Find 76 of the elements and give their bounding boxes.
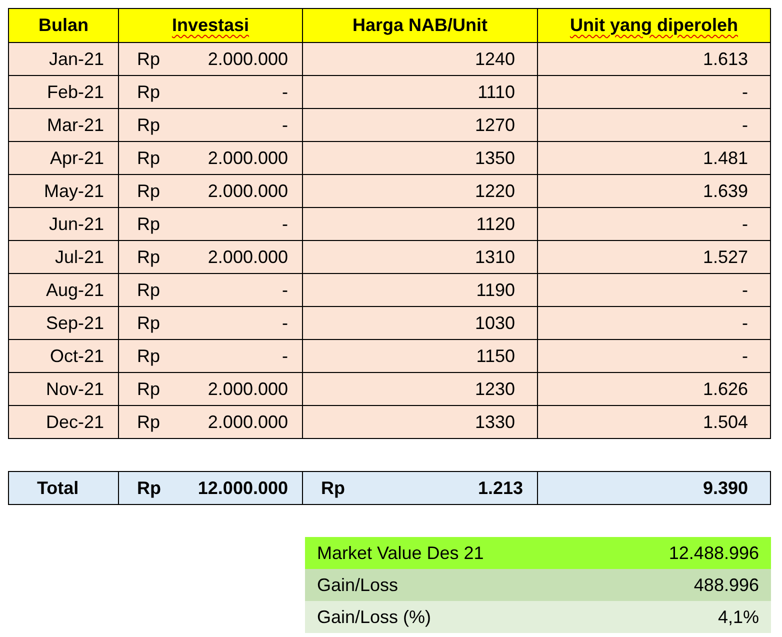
column-header: Bulan [8, 8, 118, 42]
amount-value: 2.000.000 [208, 412, 288, 432]
table-cell: 1150 [302, 340, 538, 372]
currency-label: Rp [321, 478, 345, 498]
table-cell: 1.527 [538, 240, 770, 274]
table-cell: Jul-21 [8, 240, 118, 274]
total-amount: 12.000.000 [198, 478, 288, 498]
summary-label: Gain/Loss (%) [317, 606, 432, 628]
table-cell: 1.613 [538, 42, 770, 76]
table-cell: 1190 [302, 274, 538, 306]
table-cell: 1270 [302, 108, 538, 142]
amount-value: - [282, 312, 288, 334]
table-cell: 1220 [302, 174, 538, 208]
currency-label: Rp [137, 82, 160, 102]
table-cell: Aug-21 [8, 274, 118, 306]
summary-value: 488.996 [694, 574, 759, 596]
amount-value: 2.000.000 [208, 148, 288, 168]
table-cell: 1.639 [538, 174, 770, 208]
table-cell: 1120 [302, 208, 538, 240]
amount-value: 2.000.000 [208, 246, 288, 268]
total-label: Total [8, 472, 118, 504]
table-cell: 1.504 [538, 406, 770, 438]
amount-value: 2.000.000 [208, 180, 288, 202]
summary-label: Gain/Loss [317, 574, 398, 596]
summary-label: Market Value Des 21 [317, 542, 484, 564]
table-cell: Dec-21 [8, 406, 118, 438]
table-cell: Jan-21 [8, 42, 118, 76]
table-cell: 1350 [302, 142, 538, 174]
currency-label: Rp [137, 312, 160, 334]
table-cell: 1.481 [538, 142, 770, 174]
amount-value: - [282, 280, 288, 300]
amount-value: - [282, 214, 288, 234]
currency-label: Rp [137, 48, 160, 70]
currency-label: Rp [137, 180, 160, 202]
summary-value: 12.488.996 [668, 542, 759, 564]
currency-label: Rp [137, 214, 160, 234]
amount-value: - [282, 346, 288, 366]
table-cell: - [538, 306, 770, 340]
column-header: Investasi [118, 8, 302, 42]
table-cell: 1.626 [538, 372, 770, 406]
table-cell: 1310 [302, 240, 538, 274]
table-cell: - [538, 108, 770, 142]
table-cell: Jun-21 [8, 208, 118, 240]
table-cell: - [538, 340, 770, 372]
currency-label: Rp [137, 346, 160, 366]
currency-label: Rp [137, 412, 160, 432]
table-cell: 1330 [302, 406, 538, 438]
table-cell: Nov-21 [8, 372, 118, 406]
amount-value: - [282, 82, 288, 102]
average-price: 1.213 [478, 478, 523, 498]
column-header: Harga NAB/Unit [302, 8, 538, 42]
currency-label: Rp [137, 280, 160, 300]
table-cell: 1110 [302, 76, 538, 108]
currency-label: Rp [137, 378, 160, 400]
amount-value: 2.000.000 [208, 378, 288, 400]
summary-value: 4,1% [718, 606, 759, 628]
table-cell: - [538, 208, 770, 240]
column-header: Unit yang diperoleh [538, 8, 770, 42]
currency-label: Rp [137, 478, 161, 498]
table-cell: Mar-21 [8, 108, 118, 142]
currency-label: Rp [137, 246, 160, 268]
currency-label: Rp [137, 148, 160, 168]
table-cell: 1030 [302, 306, 538, 340]
table-cell: Apr-21 [8, 142, 118, 174]
currency-label: Rp [137, 114, 160, 136]
amount-value: 2.000.000 [208, 48, 288, 70]
table-cell: May-21 [8, 174, 118, 208]
table-cell: 1240 [302, 42, 538, 76]
table-cell: Sep-21 [8, 306, 118, 340]
table-cell: 1230 [302, 372, 538, 406]
total-units: 9.390 [538, 472, 770, 504]
table-cell: - [538, 76, 770, 108]
amount-value: - [282, 114, 288, 136]
table-cell: - [538, 274, 770, 306]
table-cell: Feb-21 [8, 76, 118, 108]
table-cell: Oct-21 [8, 340, 118, 372]
